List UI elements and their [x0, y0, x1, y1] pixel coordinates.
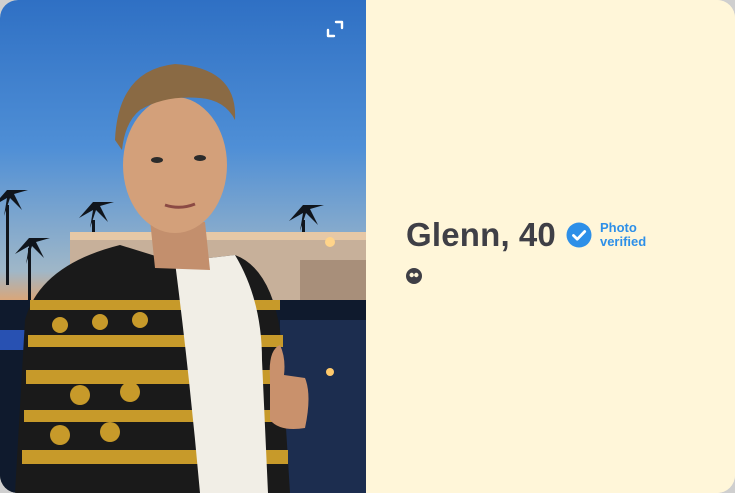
expand-icon [326, 20, 344, 38]
photo-verified-label[interactable]: Photo verified [600, 221, 646, 249]
expand-photo-button[interactable] [322, 16, 348, 42]
name-age-separator: , [500, 216, 519, 253]
verified-line-2: verified [599, 234, 647, 249]
profile-name: Glenn [406, 216, 501, 253]
profile-photo[interactable] [0, 0, 366, 493]
profile-photo-illustration [0, 64, 366, 493]
quote-icon [406, 268, 422, 284]
profile-age: 40 [518, 216, 556, 253]
profile-info-panel: Glenn , 40 Photo verified [366, 0, 735, 493]
profile-card: Glenn , 40 Photo verified [0, 0, 735, 493]
verified-badge-icon [566, 222, 592, 248]
name-row: Glenn , 40 Photo verified [406, 216, 646, 254]
verified-line-1: Photo [599, 220, 637, 235]
